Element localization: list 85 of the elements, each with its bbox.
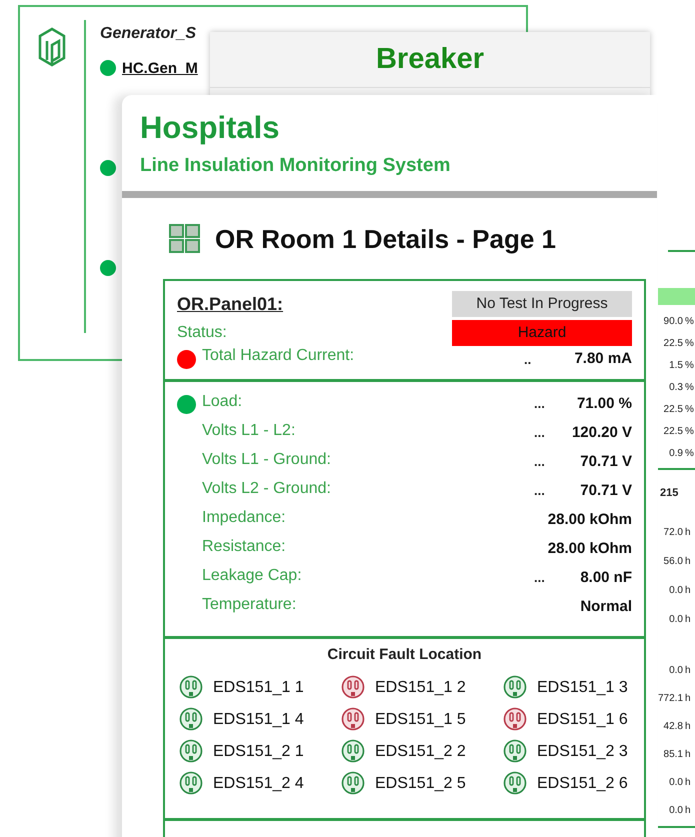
ellipsis-text: .. <box>524 350 532 368</box>
value-text: 0.9 <box>668 446 683 460</box>
circuit-label: EDS151_1 1 <box>213 678 304 698</box>
unit-text: h <box>685 526 692 540</box>
unit-text: % <box>685 402 694 416</box>
value-text: 22.5 <box>662 336 683 350</box>
unit-text: % <box>685 380 694 394</box>
status-label: Status: <box>177 322 227 343</box>
circuit-label: EDS151_2 5 <box>375 774 466 794</box>
measurement-label: Volts L1 - Ground: <box>202 450 332 470</box>
header-bar <box>658 288 695 305</box>
circuit-label: EDS151_2 1 <box>213 742 304 762</box>
value-text: 90.0 <box>662 314 683 328</box>
measurement-label: Temperature: <box>202 595 298 615</box>
unit-text: h <box>685 776 692 790</box>
value-text: 0.3 <box>668 380 683 394</box>
value-text: 85.1 <box>662 748 683 762</box>
unit-text: % <box>685 336 694 350</box>
circuit-label: EDS151_1 3 <box>537 678 628 698</box>
measurement-label: Impedance: <box>202 508 287 528</box>
value-text: 22.5 <box>662 402 683 416</box>
window-title: Breaker <box>376 42 484 77</box>
measurement-value: 8.00 nF <box>579 568 632 588</box>
panel-name: OR.Panel01: <box>177 292 284 316</box>
value-text: 0.0 <box>668 613 683 627</box>
unit-text: h <box>685 664 692 678</box>
measurement-value: 70.71 V <box>579 452 632 472</box>
section-title: Circuit Fault Location <box>326 644 483 664</box>
ellipsis-text: ... <box>534 453 546 472</box>
unit-text: h <box>685 555 692 569</box>
page-title: OR Room 1 Details - Page 1 <box>215 222 556 256</box>
ellipsis-text: ... <box>534 424 546 442</box>
unit-text: h <box>685 720 692 734</box>
unit-text: % <box>685 314 694 328</box>
circuit-label: EDS151_2 2 <box>375 742 466 762</box>
circuit-label: EDS151_2 4 <box>213 774 304 794</box>
door-icon <box>37 27 67 67</box>
app-title: Hospitals <box>140 109 281 147</box>
value-text: 42.8 <box>662 720 683 734</box>
measurement-label: Volts L2 - Ground: <box>202 479 332 499</box>
app-subtitle: Line Insulation Monitoring System <box>140 154 452 178</box>
unit-text: h <box>685 692 692 706</box>
value-text: 22.5 <box>662 424 683 438</box>
unit-text: h <box>685 804 692 818</box>
grid-icon <box>169 224 201 254</box>
circuit-label: EDS151_1 4 <box>213 710 304 730</box>
unit-text: h <box>685 748 692 762</box>
measurement-value: 28.00 kOhm <box>548 510 632 530</box>
measurement-label: Volts L1 - L2: <box>202 421 296 441</box>
circuit-label: EDS151_2 3 <box>537 742 628 762</box>
unit-text: % <box>685 424 694 438</box>
ellipsis-text: ... <box>534 482 546 500</box>
value-text: 0.0 <box>668 776 683 790</box>
measurement-value: 71.00 % <box>576 394 632 414</box>
value-text: 1.5 <box>668 358 683 372</box>
measurement-value: 120.20 V <box>570 422 632 443</box>
measurement-value: Normal <box>579 596 632 617</box>
circuit-label: EDS151_1 2 <box>375 678 466 698</box>
value-text: 0.0 <box>668 804 683 818</box>
value-text: 0.0 <box>668 664 683 678</box>
value-text: 772.1 <box>658 692 683 706</box>
circuit-label: EDS151_1 6 <box>537 710 628 730</box>
device-title: Generator_S <box>100 24 198 44</box>
ellipsis-text: ... <box>534 395 546 414</box>
unit-text: h <box>685 584 692 598</box>
value-text: 72.0 <box>662 526 683 540</box>
unit-text: % <box>685 358 694 372</box>
unit-text: % <box>685 446 694 460</box>
test-status: No Test In Progress <box>452 290 632 317</box>
measurement-label: Leakage Cap: <box>202 566 303 586</box>
measurement-label: Load: <box>202 392 244 412</box>
circuit-label: EDS151_2 6 <box>537 774 628 794</box>
total-text: 215 <box>659 486 680 501</box>
value-text: 56.0 <box>662 555 683 569</box>
circuit-label: EDS151_1 5 <box>375 710 466 730</box>
measurement-label: Total Hazard Current: <box>202 346 356 366</box>
device-link[interactable]: HC.Gen_M <box>122 58 198 80</box>
unit-text: h <box>685 613 692 627</box>
value-text: 0.0 <box>668 584 683 598</box>
status-badge: Hazard <box>452 320 632 346</box>
measurement-value: 28.00 kOhm <box>548 538 632 559</box>
measurement-label: Resistance: <box>202 537 287 557</box>
measurement-value: 70.71 V <box>579 480 632 501</box>
ellipsis-text: ... <box>534 569 546 588</box>
measurement-value: 7.80 mA <box>573 349 632 369</box>
